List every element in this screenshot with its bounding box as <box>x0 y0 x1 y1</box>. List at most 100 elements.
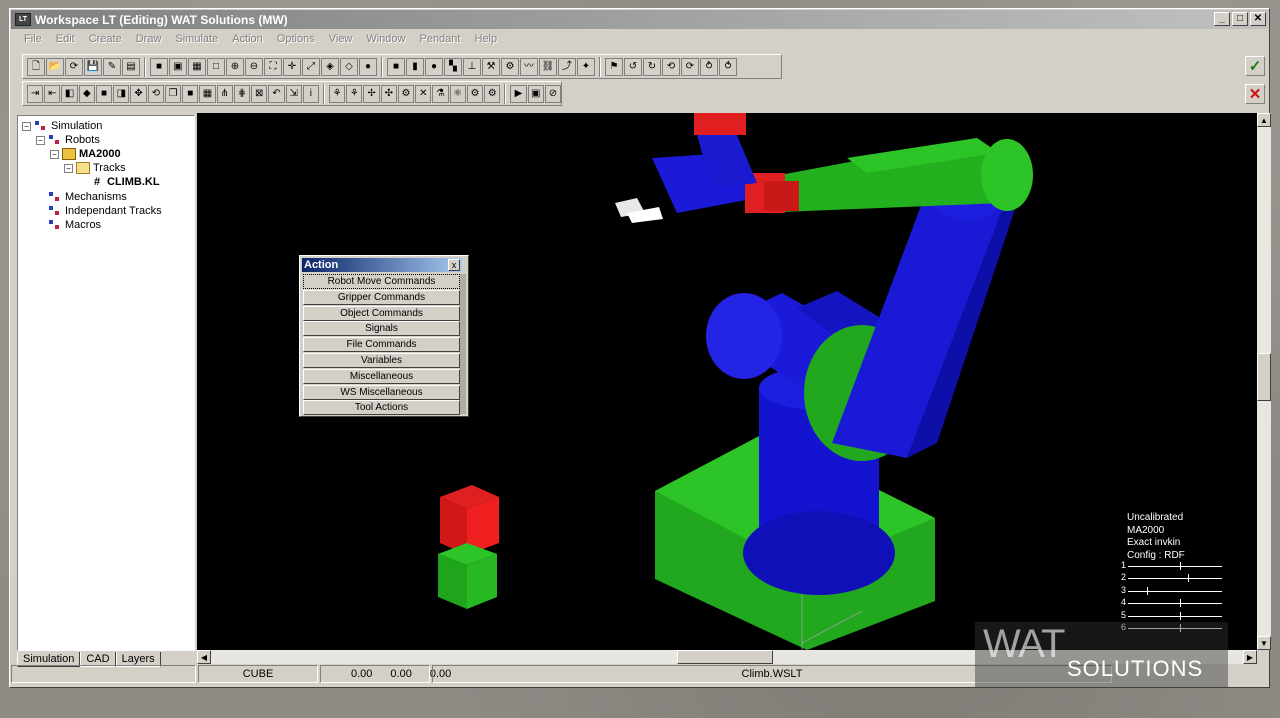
joint-position-marker[interactable] <box>1179 562 1181 570</box>
robot-f-button[interactable]: ✕ <box>415 84 432 103</box>
robot-arm-button[interactable]: ⤴ <box>558 57 576 76</box>
robot-h-button[interactable]: ⚛ <box>449 84 466 103</box>
robot-e-button[interactable]: ⚙ <box>397 84 415 103</box>
robot-i-button[interactable]: ⚙ <box>466 84 484 103</box>
robot-j-button[interactable]: ⚙ <box>484 84 501 103</box>
robot-a-button[interactable]: ⚘ <box>328 84 346 103</box>
confirm-button[interactable]: ✓ <box>1245 56 1265 76</box>
axis-button[interactable]: ⊥ <box>463 57 481 76</box>
collapse-icon[interactable]: − <box>36 135 45 145</box>
undo-button[interactable]: ↶ <box>268 84 285 103</box>
action-item-robot-move-commands[interactable]: Robot Move Commands <box>303 274 460 289</box>
collapse-icon[interactable]: − <box>50 149 59 159</box>
green-sphere-button[interactable]: ● <box>425 57 443 76</box>
tool-button[interactable]: ⚒ <box>482 57 500 76</box>
palette-button[interactable]: ▦ <box>199 84 216 103</box>
cube-blue-button[interactable]: ■ <box>150 57 168 76</box>
tree-item-ma2000[interactable]: − MA2000 <box>50 147 121 161</box>
scroll-right-icon[interactable]: ▶ <box>1243 650 1257 664</box>
vertical-scrollbar[interactable]: ▲ ▼ <box>1257 113 1271 650</box>
robot-g-button[interactable]: ⚗ <box>432 84 449 103</box>
red-cube-button[interactable]: ■ <box>95 84 113 103</box>
menu-view[interactable]: View <box>322 33 360 45</box>
move-button[interactable]: ✛ <box>283 57 301 76</box>
menu-window[interactable]: Window <box>359 33 412 45</box>
rotate-end-button[interactable]: ⥀ <box>719 57 737 76</box>
cube-multi-button[interactable]: ▦ <box>188 57 206 76</box>
pick-button[interactable]: ⇥ <box>27 84 44 103</box>
menu-pendant[interactable]: Pendant <box>412 33 467 45</box>
robot-d-button[interactable]: ✣ <box>380 84 397 103</box>
minimize-button[interactable]: _ <box>1214 12 1230 26</box>
action-item-ws-miscellaneous[interactable]: WS Miscellaneous <box>303 384 460 400</box>
action-item-tool-actions[interactable]: Tool Actions <box>303 400 460 416</box>
tree-item-climb[interactable]: # CLIMB.KL <box>90 175 160 189</box>
joint-position-marker[interactable] <box>1179 611 1181 620</box>
edit-button[interactable]: ✎ <box>103 57 121 76</box>
menu-simulate[interactable]: Simulate <box>168 33 225 45</box>
pan-button[interactable]: ⤢ <box>302 57 320 76</box>
save-button[interactable]: 💾 <box>84 57 102 76</box>
red-part-button[interactable]: ◆ <box>78 84 95 103</box>
tree-item-robots[interactable]: − Robots <box>36 133 100 147</box>
ruler-button[interactable]: ⊠ <box>251 84 268 103</box>
collapse-icon[interactable]: − <box>22 121 31 131</box>
action-item-gripper-commands[interactable]: Gripper Commands <box>303 289 460 305</box>
menu-draw[interactable]: Draw <box>129 33 169 45</box>
place-button[interactable]: ⇤ <box>44 84 61 103</box>
menu-help[interactable]: Help <box>467 33 504 45</box>
zoom-out-button[interactable]: ⊖ <box>245 57 263 76</box>
rotate-step-button[interactable]: ⥁ <box>700 57 718 76</box>
robot-b-button[interactable]: ⚘ <box>346 84 363 103</box>
joint-position-marker[interactable] <box>1188 574 1190 583</box>
action-item-object-commands[interactable]: Object Commands <box>303 305 460 321</box>
play-button[interactable]: ▶ <box>510 84 527 103</box>
rotate-left-button[interactable]: ↺ <box>624 57 642 76</box>
green-cube-button[interactable]: ■ <box>387 57 405 76</box>
cycle-button[interactable]: ⟲ <box>147 84 164 103</box>
tree-item-tracks[interactable]: − Tracks <box>64 161 126 175</box>
menu-create[interactable]: Create <box>82 33 129 45</box>
rotate-xy-button[interactable]: ⟲ <box>662 57 680 76</box>
joint-position-marker[interactable] <box>1179 599 1181 608</box>
frame-button[interactable]: ▚ <box>444 57 462 76</box>
pointer-button[interactable]: ⇲ <box>285 84 302 103</box>
grip-open-button[interactable]: ⋔ <box>216 84 233 103</box>
tree-item-independant-tracks[interactable]: Independant Tracks <box>48 204 162 218</box>
new-button[interactable]: 🗋 <box>27 57 45 76</box>
rotate-z-button[interactable]: ⟳ <box>681 57 699 76</box>
maximize-button[interactable]: □ <box>1232 12 1248 26</box>
green-cylinder-button[interactable]: ▮ <box>406 57 424 76</box>
horizontal-scroll-thumb[interactable] <box>677 650 773 664</box>
info-button[interactable]: i <box>302 84 319 103</box>
action-close-icon[interactable]: x <box>448 259 460 271</box>
blue-cube-button[interactable]: ■ <box>182 84 199 103</box>
action-item-file-commands[interactable]: File Commands <box>303 337 460 353</box>
grip-close-button[interactable]: ⋕ <box>233 84 251 103</box>
gripper-button[interactable]: ⚙ <box>501 57 519 76</box>
zoom-fit-button[interactable]: ⛶ <box>264 57 282 76</box>
action-panel-title[interactable]: Action <box>302 258 462 272</box>
path-button[interactable]: 〰 <box>520 57 538 76</box>
joint-slider-1[interactable]: 1 <box>1118 560 1228 573</box>
link-button[interactable]: ⛓ <box>539 57 557 76</box>
close-button[interactable]: ✕ <box>1250 12 1266 26</box>
joint-button[interactable]: ✦ <box>577 57 595 76</box>
action-item-variables[interactable]: Variables <box>303 352 460 368</box>
scroll-up-icon[interactable]: ▲ <box>1257 113 1271 127</box>
tree-item-mechanisms[interactable]: Mechanisms <box>48 190 127 204</box>
rotate-cw-button[interactable]: ↻ <box>643 57 661 76</box>
vertical-scroll-thumb[interactable] <box>1257 353 1271 401</box>
scroll-down-icon[interactable]: ▼ <box>1257 636 1271 650</box>
wire-cube-button[interactable]: ◇ <box>340 57 358 76</box>
tree-item-simulation[interactable]: − Simulation <box>22 119 102 133</box>
menu-edit[interactable]: Edit <box>49 33 82 45</box>
collapse-icon[interactable]: − <box>64 163 73 173</box>
gripper-red-button[interactable]: ◨ <box>113 84 130 103</box>
rotate-cube-button[interactable]: ◈ <box>321 57 339 76</box>
open-button[interactable]: 📂 <box>46 57 64 76</box>
menu-file[interactable]: File <box>17 33 49 45</box>
joint-slider-4[interactable]: 4 <box>1118 597 1228 610</box>
cube-outline-button[interactable]: □ <box>207 57 225 76</box>
joint-slider-3[interactable]: 3 <box>1118 585 1228 598</box>
